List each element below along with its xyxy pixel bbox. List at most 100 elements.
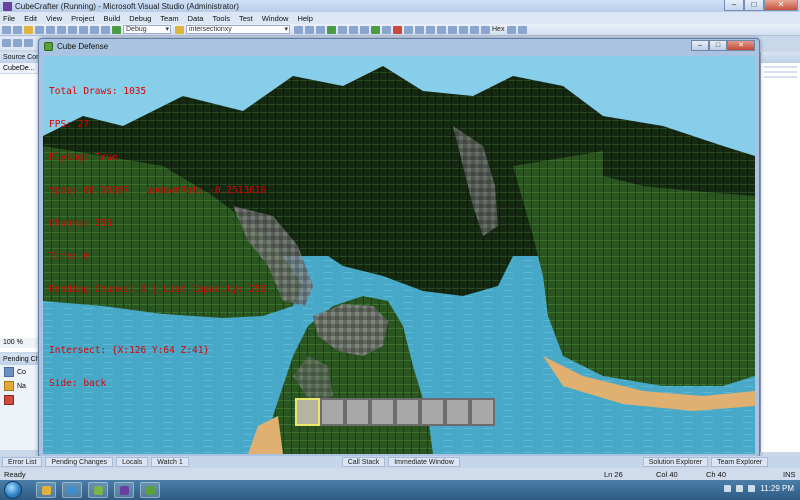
menu-data[interactable]: Data	[188, 14, 204, 23]
policy-warnings-icon	[4, 395, 14, 405]
open-file-icon[interactable]	[24, 25, 33, 34]
toolbar-icon-b[interactable]	[305, 25, 314, 34]
game-maximize-button[interactable]: □	[709, 40, 727, 51]
add-item-icon[interactable]	[13, 25, 22, 34]
pending-changes-header: Pending Changes	[0, 354, 41, 365]
taskbar-explorer[interactable]	[36, 482, 56, 498]
game-viewport[interactable]: Total Draws: 1035 FPS: 27 Flying: True Y…	[43, 56, 755, 454]
tab-team-explorer[interactable]: Team Explorer	[711, 457, 769, 467]
find-combo[interactable]: intersectionxy	[186, 25, 290, 34]
toolbar-icon-g[interactable]	[426, 25, 435, 34]
clock[interactable]: 11:29 PM	[760, 484, 794, 493]
toolbar-icon-e[interactable]	[404, 25, 413, 34]
solution-config-select[interactable]: Debug	[123, 25, 171, 34]
tab-call-stack[interactable]: Call Stack	[341, 457, 386, 467]
hotbar-slot-selected[interactable]	[295, 398, 320, 426]
taskbar-cube-defense[interactable]	[140, 482, 160, 498]
tab-watch-1[interactable]: Watch 1	[151, 457, 189, 467]
debug-hud: Total Draws: 1035 FPS: 27 Flying: True Y…	[49, 64, 266, 411]
menu-edit[interactable]: Edit	[24, 14, 37, 23]
toolbox-icon[interactable]	[360, 25, 369, 34]
pending-row-workitems[interactable]: Na	[0, 379, 41, 393]
game-title-bar: Cube Defense – □ ✕	[39, 39, 759, 54]
cut-icon[interactable]	[57, 25, 66, 34]
save-all-icon[interactable]	[46, 25, 55, 34]
hotbar-slot[interactable]	[345, 398, 370, 426]
minimize-button[interactable]: –	[724, 0, 744, 11]
toolbar-icon-m[interactable]	[507, 25, 517, 34]
menu-file[interactable]: File	[3, 14, 15, 23]
toolbar-icon-k[interactable]	[470, 25, 479, 34]
menu-test[interactable]: Test	[239, 14, 253, 23]
object-browser-icon[interactable]	[349, 25, 358, 34]
vs-status-bar: Ready Ln 26 Col 40 Ch 40 INS	[0, 468, 800, 480]
volume-icon[interactable]	[736, 485, 744, 492]
toolbar-icon-n[interactable]	[518, 25, 528, 34]
stop-debugging-icon[interactable]	[393, 25, 402, 34]
copy-icon[interactable]	[68, 25, 77, 34]
start-button[interactable]	[4, 481, 22, 499]
toolbar2-icon-a[interactable]	[2, 39, 11, 47]
find-in-files-icon[interactable]	[175, 25, 184, 34]
source-files-icon	[4, 367, 14, 377]
toolbar-icon-d[interactable]	[382, 25, 391, 34]
menu-tools[interactable]: Tools	[212, 14, 230, 23]
close-button[interactable]: ✕	[764, 0, 798, 11]
tab-error-list[interactable]: Error List	[2, 457, 43, 467]
solution-explorer-icon[interactable]	[327, 25, 336, 34]
taskbar-browser[interactable]	[62, 482, 82, 498]
save-icon[interactable]	[35, 25, 44, 34]
tab-locals[interactable]: Locals	[116, 457, 149, 467]
hotbar-slot[interactable]	[395, 398, 420, 426]
network-icon[interactable]	[724, 485, 732, 492]
status-insert-mode: INS	[783, 469, 796, 479]
zoom-level[interactable]: 100 %	[0, 338, 42, 348]
toolbar-icon-i[interactable]	[448, 25, 457, 34]
pending-row-comment[interactable]: Co	[0, 365, 41, 379]
game-close-button[interactable]: ✕	[727, 40, 755, 51]
maximize-button[interactable]: □	[744, 0, 764, 11]
toolbar-icon-l[interactable]	[481, 25, 490, 34]
taskbar-media[interactable]	[88, 482, 108, 498]
menu-build[interactable]: Build	[104, 14, 121, 23]
taskbar-visual-studio[interactable]	[114, 482, 134, 498]
hud-time: Time: 0	[49, 251, 90, 262]
new-project-icon[interactable]	[2, 25, 11, 34]
toolbar-icon-j[interactable]	[459, 25, 468, 34]
menu-debug[interactable]: Debug	[129, 14, 151, 23]
toolbar2-icon-c[interactable]	[24, 39, 33, 47]
start-page-icon[interactable]	[371, 25, 380, 34]
game-minimize-button[interactable]: –	[691, 40, 709, 51]
tab-immediate-window[interactable]: Immediate Window	[388, 457, 460, 467]
hotbar-slot[interactable]	[320, 398, 345, 426]
hotbar-slot[interactable]	[445, 398, 470, 426]
toolbar2-icon-b[interactable]	[13, 39, 22, 47]
properties-icon[interactable]	[338, 25, 347, 34]
menu-project[interactable]: Project	[71, 14, 94, 23]
menu-view[interactable]: View	[46, 14, 62, 23]
tree-line	[764, 76, 797, 78]
cubedefense-tab[interactable]: CubeDe...	[0, 63, 41, 74]
toolbar-icon-c[interactable]	[316, 25, 325, 34]
hud-total-draws: Total Draws: 1035	[49, 86, 147, 97]
paste-icon[interactable]	[79, 25, 88, 34]
toolbar-icon-a[interactable]	[294, 25, 303, 34]
hex-toggle[interactable]: Hex	[492, 26, 504, 33]
tab-solution-explorer[interactable]: Solution Explorer	[642, 457, 709, 467]
hotbar-slot[interactable]	[370, 398, 395, 426]
browser-icon	[68, 486, 77, 495]
flag-icon[interactable]	[748, 485, 756, 492]
undo-icon[interactable]	[90, 25, 99, 34]
toolbar-icon-f[interactable]	[415, 25, 424, 34]
redo-icon[interactable]	[101, 25, 110, 34]
menu-team[interactable]: Team	[160, 14, 178, 23]
menu-help[interactable]: Help	[297, 14, 312, 23]
hotbar-slot[interactable]	[470, 398, 495, 426]
tab-pending-changes[interactable]: Pending Changes	[45, 457, 114, 467]
menu-window[interactable]: Window	[262, 14, 289, 23]
pending-row-policy[interactable]	[0, 393, 41, 407]
start-debugging-icon[interactable]	[112, 25, 121, 34]
game-window-title: Cube Defense	[57, 42, 109, 51]
hotbar-slot[interactable]	[420, 398, 445, 426]
toolbar-icon-h[interactable]	[437, 25, 446, 34]
